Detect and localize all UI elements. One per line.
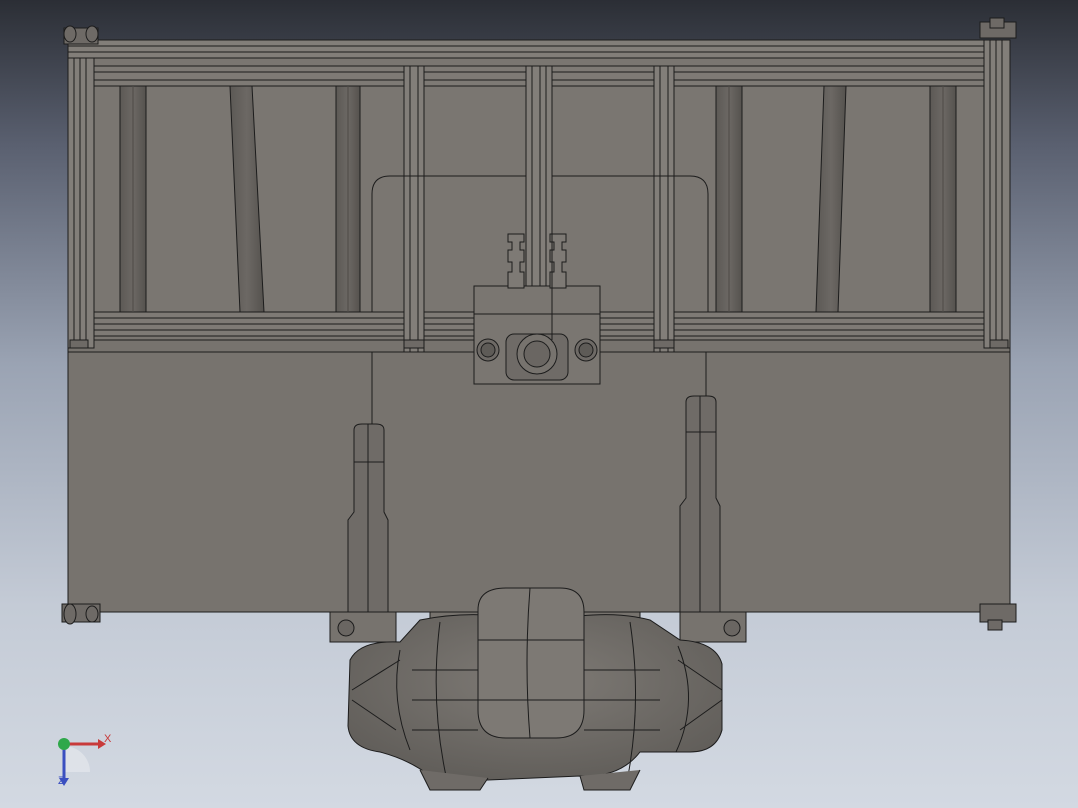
gripper-body <box>347 587 723 791</box>
x-axis-label: X <box>104 733 112 745</box>
inner-post-left <box>403 65 425 353</box>
inner-post-right <box>653 65 675 353</box>
z-axis-label: Z <box>58 775 65 787</box>
left-post <box>67 57 95 349</box>
graphics-viewport[interactable]: X Z <box>0 0 1078 808</box>
top-rail <box>67 39 1011 59</box>
coordinate-triad: X Z <box>48 726 128 796</box>
right-post <box>983 39 1011 349</box>
cad-model-view[interactable] <box>0 0 1078 808</box>
